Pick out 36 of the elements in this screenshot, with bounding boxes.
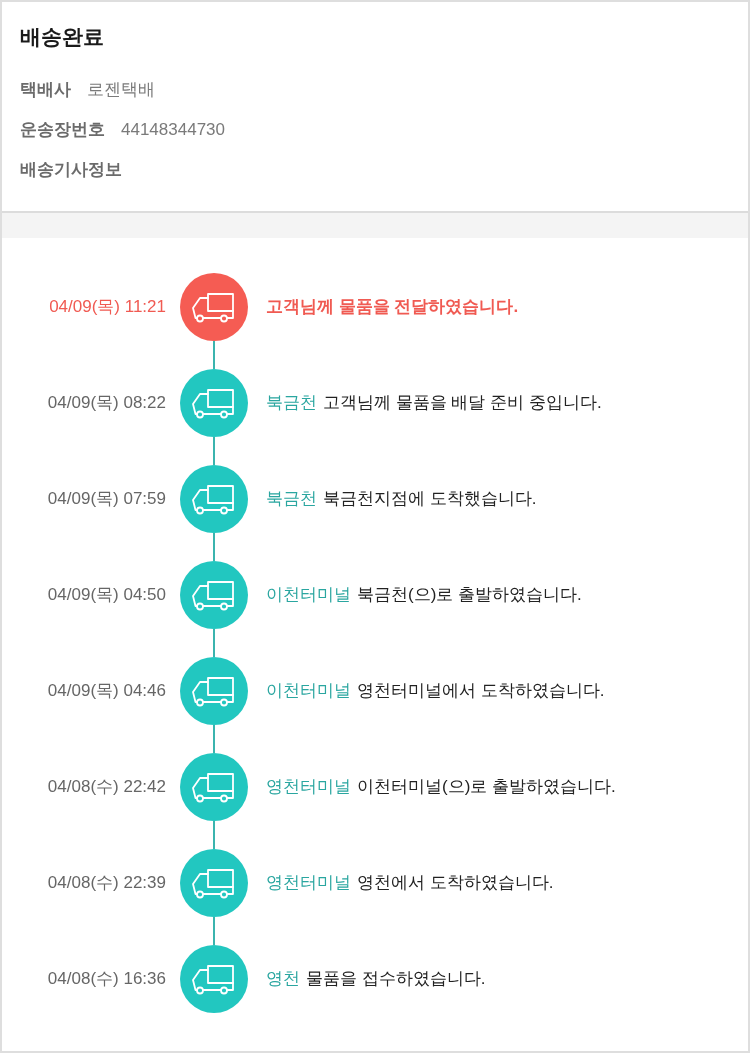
- timeline-connector: [213, 725, 215, 753]
- event-time: 04/08(수) 22:39: [46, 872, 166, 895]
- delivery-status-title: 배송완료: [20, 24, 105, 50]
- event-location: 이천터미널: [266, 680, 351, 703]
- event-message: 북금천지점에 도착했습니다.: [323, 488, 537, 511]
- event-message: 물품을 접수하였습니다.: [306, 968, 486, 991]
- field-label: 택배사: [20, 79, 71, 102]
- event-location: 영천: [266, 968, 300, 991]
- event-location: 북금천: [266, 392, 317, 415]
- event-time: 04/09(목) 08:22: [46, 392, 166, 415]
- event-message: 영천터미널에서 도착하였습니다.: [357, 680, 605, 703]
- event-message: 북금천(으)로 출발하였습니다.: [357, 584, 582, 607]
- field-value: 44148344730: [121, 119, 225, 142]
- event-location: 영천터미널: [266, 872, 351, 895]
- field-label: 배송기사정보: [20, 159, 122, 182]
- timeline-connector: [213, 821, 215, 849]
- field-label: 운송장번호: [20, 119, 105, 142]
- event-message: 고객님께 물품을 전달하였습니다.: [266, 296, 519, 319]
- timeline-connector: [213, 917, 215, 945]
- event-time: 04/09(목) 04:46: [46, 680, 166, 703]
- event-time: 04/09(목) 11:21: [48, 296, 166, 319]
- event-message: 고객님께 물품을 배달 준비 중입니다.: [323, 392, 602, 415]
- event-time: 04/09(목) 07:59: [46, 488, 166, 511]
- timeline-connector: [213, 437, 215, 465]
- event-time: 04/08(수) 16:36: [46, 968, 166, 991]
- timeline-connector: [213, 629, 215, 657]
- event-time: 04/08(수) 22:42: [46, 776, 166, 799]
- field-value: 로젠택배: [87, 79, 155, 102]
- event-time: 04/09(목) 04:50: [46, 584, 166, 607]
- timeline-connector: [213, 341, 215, 369]
- event-message: 이천터미널(으)로 출발하였습니다.: [357, 776, 616, 799]
- event-location: 이천터미널: [266, 584, 351, 607]
- timeline-connector: [213, 533, 215, 561]
- event-message: 영천에서 도착하였습니다.: [357, 872, 554, 895]
- event-location: 영천터미널: [266, 776, 351, 799]
- event-location: 북금천: [266, 488, 317, 511]
